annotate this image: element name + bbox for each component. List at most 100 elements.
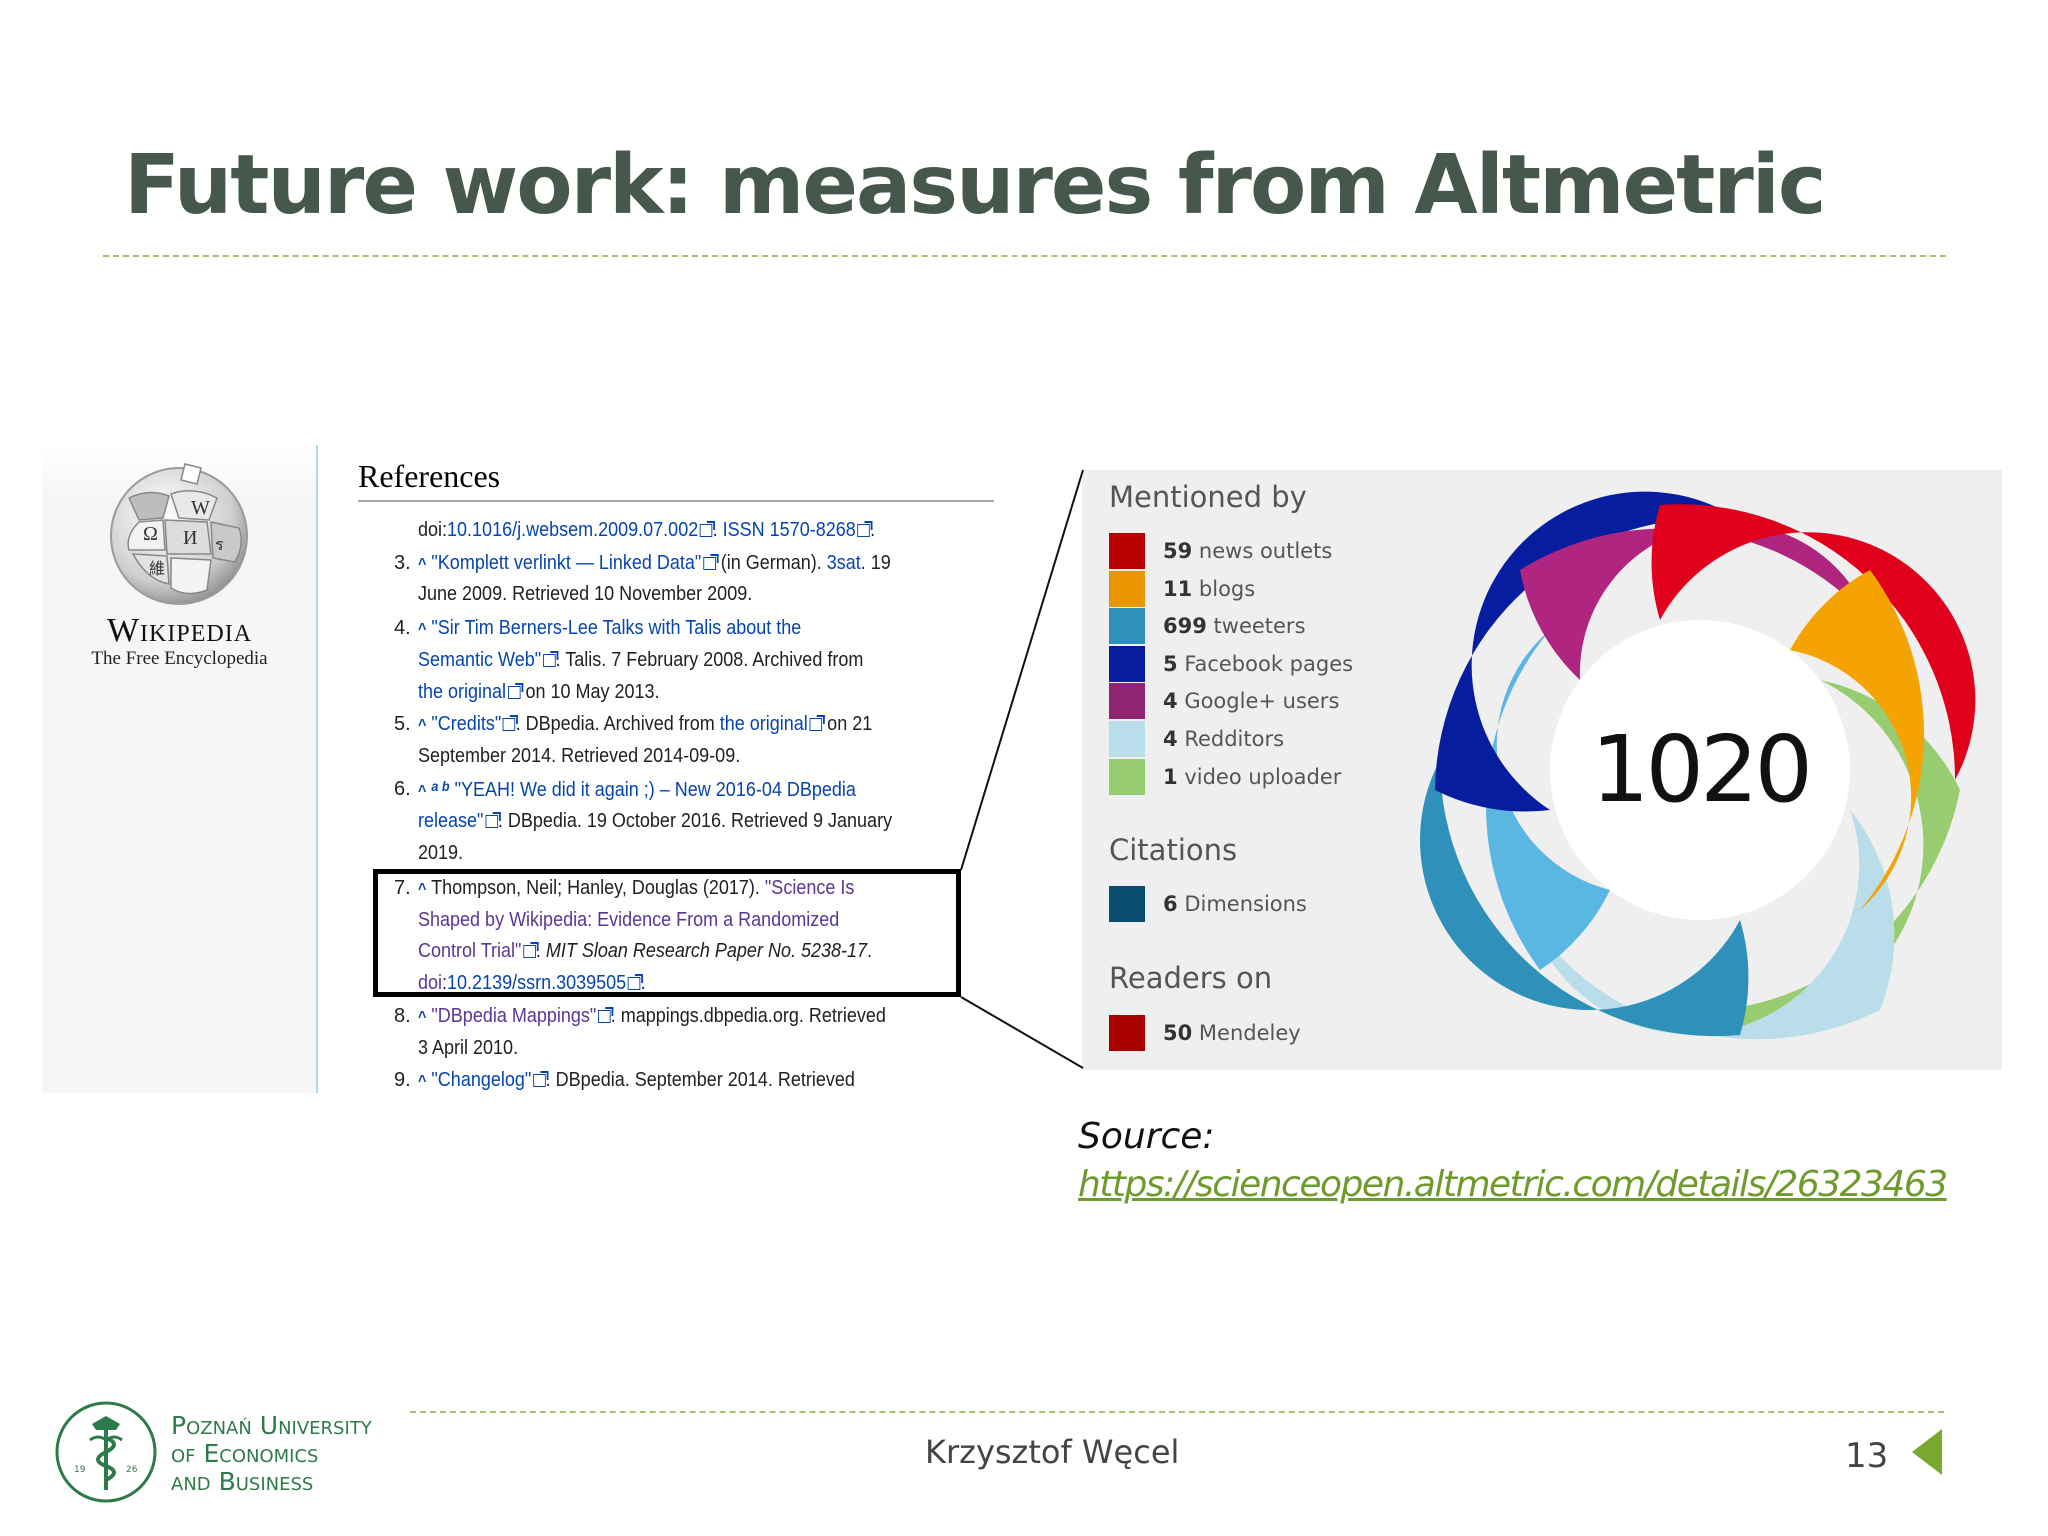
previous-slide-arrow-icon[interactable] xyxy=(1912,1429,1942,1475)
altmetric-row[interactable]: 1 video uploader xyxy=(1109,758,1341,795)
citations-heading: Citations xyxy=(1109,833,1238,867)
altmetric-score: 1020 xyxy=(1590,716,1813,823)
external-link-icon xyxy=(598,1007,614,1023)
source-label: Source: xyxy=(1078,1116,1215,1157)
wikipedia-wordmark: Wikipedia xyxy=(106,612,253,649)
reference-number: 9. xyxy=(394,1069,411,1091)
title-divider xyxy=(103,255,1946,257)
altmetric-row[interactable]: 5 Facebook pages xyxy=(1109,645,1353,682)
altmetric-count: 6 xyxy=(1163,892,1178,916)
svg-text:И: И xyxy=(183,527,197,549)
reference-8-line-2: 3 April 2010. xyxy=(418,1037,519,1059)
back-reference-caret[interactable]: ^ xyxy=(418,783,426,800)
svg-text:維: 維 xyxy=(149,560,165,578)
author-name: Krzysztof Węcel xyxy=(925,1433,1180,1471)
ref-text: on 10 May 2013. xyxy=(520,681,660,703)
svg-text:W: W xyxy=(191,497,210,519)
reference-4-title-link-cont[interactable]: Semantic Web" xyxy=(418,649,541,671)
reference-6-line-2: release" . DBpedia. 19 October 2016. Retr… xyxy=(418,810,892,833)
footer-divider xyxy=(410,1411,1944,1413)
altmetric-source: Google+ users xyxy=(1184,689,1340,714)
archived-original-link[interactable]: the original xyxy=(418,681,506,703)
reference-5-line-1: ^ "Credits" . DBpedia. Archived from the … xyxy=(418,713,872,736)
color-swatch xyxy=(1109,721,1145,757)
university-name-line-2: of Economics xyxy=(171,1439,319,1468)
external-link-icon xyxy=(703,554,719,570)
university-name-line-3: and Business xyxy=(171,1467,314,1496)
external-link-icon xyxy=(809,715,825,731)
altmetric-row-label: 59 news outlets xyxy=(1163,539,1332,563)
doi-label: doi: xyxy=(418,519,448,541)
altmetric-row[interactable]: 699 tweeters xyxy=(1109,608,1306,645)
altmetric-count: 5 xyxy=(1163,651,1178,676)
back-reference-letters[interactable]: a b xyxy=(431,778,449,794)
altmetric-count: 50 xyxy=(1163,1021,1193,1045)
altmetric-source: Dimensions xyxy=(1184,892,1307,916)
ref-text: . DBpedia. 19 October 2016. Retrieved 9 … xyxy=(497,810,893,832)
credits-link[interactable]: "Credits" xyxy=(431,713,501,735)
external-link-icon xyxy=(503,715,519,731)
altmetric-count: 59 xyxy=(1163,539,1193,563)
altmetric-row[interactable]: 4 Google+ users xyxy=(1109,683,1339,720)
reference-3-line-2: June 2009. Retrieved 10 November 2009. xyxy=(418,583,753,605)
reference-4-title-link[interactable]: "Sir Tim Berners-Lee Talks with Talis ab… xyxy=(431,617,801,639)
source-link[interactable]: https://scienceopen.altmetric.com/detail… xyxy=(1078,1164,1948,1205)
altmetric-row[interactable]: 59 news outlets xyxy=(1109,533,1332,569)
ref-text: . DBpedia. September 2014. Retrieved xyxy=(545,1069,855,1091)
altmetric-row[interactable]: 50 Mendeley xyxy=(1109,1015,1301,1051)
svg-text:ร: ร xyxy=(215,537,224,554)
issn-link[interactable]: ISSN xyxy=(723,519,765,541)
back-reference-caret[interactable]: ^ xyxy=(418,556,426,573)
reference-number: 6. xyxy=(394,778,411,800)
reference-4-line-2: Semantic Web" . Talis. 7 February 2008. A… xyxy=(418,649,863,672)
back-reference-caret[interactable]: ^ xyxy=(418,1009,426,1026)
altmetric-row-label: 11 blogs xyxy=(1163,577,1255,601)
archived-original-link[interactable]: the original xyxy=(720,713,808,735)
altmetric-row-label: 1 video uploader xyxy=(1163,765,1341,789)
altmetric-row-label: 4 Google+ users xyxy=(1163,689,1339,713)
altmetric-source: tweeters xyxy=(1213,614,1306,639)
ref-text: . DBpedia. Archived from xyxy=(515,713,720,735)
back-reference-caret[interactable]: ^ xyxy=(418,1073,426,1090)
references-rule xyxy=(358,500,994,502)
color-swatch xyxy=(1109,683,1145,720)
3sat-link[interactable]: 3sat xyxy=(827,552,861,574)
reference-number: 4. xyxy=(394,617,411,639)
svg-text:19: 19 xyxy=(74,1465,86,1475)
altmetric-row[interactable]: 11 blogs xyxy=(1109,570,1255,607)
wikipedia-panel-divider xyxy=(316,445,318,1093)
altmetric-source: video uploader xyxy=(1184,764,1342,789)
wikipedia-tagline: The Free Encyclopedia xyxy=(91,648,268,669)
back-reference-caret[interactable]: ^ xyxy=(418,621,426,638)
doi-link[interactable]: 10.1016/j.websem.2009.07.002 xyxy=(447,519,698,541)
reference-3-title-link[interactable]: "Komplett verlinkt — Linked Data" xyxy=(431,552,701,574)
reference-number: 8. xyxy=(394,1005,411,1027)
altmetric-source: Facebook pages xyxy=(1184,651,1354,676)
altmetric-count: 4 xyxy=(1163,689,1178,714)
slide-title: Future work: measures from Altmetric xyxy=(124,138,1826,233)
reference-8-line-1: ^ "DBpedia Mappings" . mappings.dbpedia.o… xyxy=(418,1005,886,1028)
altmetric-row-label: 50 Mendeley xyxy=(1163,1021,1301,1045)
altmetric-row[interactable]: 4 Redditors xyxy=(1109,721,1284,757)
dbpedia-mappings-link[interactable]: "DBpedia Mappings" xyxy=(431,1005,596,1027)
reference-2-line-1: doi:10.1016/j.websem.2009.07.002. ISSN 1… xyxy=(418,519,875,542)
issn-number-link[interactable]: 1570-8268 xyxy=(770,519,856,541)
altmetric-row-label: 5 Facebook pages xyxy=(1163,652,1353,676)
reference-6-title-link[interactable]: "YEAH! We did it again ;) – New 2016-04 … xyxy=(455,779,856,801)
altmetric-row-label: 4 Redditors xyxy=(1163,727,1284,751)
reference-4-line-3: the original on 10 May 2013. xyxy=(418,681,660,704)
page-number: 13 xyxy=(1845,1436,1889,1476)
changelog-link[interactable]: "Changelog" xyxy=(431,1069,531,1091)
mentioned-by-heading: Mentioned by xyxy=(1109,480,1307,514)
color-swatch xyxy=(1109,886,1145,922)
color-swatch xyxy=(1109,533,1145,569)
reference-6-line-1: ^ a b "YEAH! We did it again ;) – New 20… xyxy=(418,778,856,802)
reference-4-line-1: ^ "Sir Tim Berners-Lee Talks with Talis … xyxy=(418,617,801,640)
altmetric-row-label: 6 Dimensions xyxy=(1163,892,1307,916)
reference-6-title-link-cont[interactable]: release" xyxy=(418,810,483,832)
back-reference-caret[interactable]: ^ xyxy=(418,717,426,734)
university-emblem-icon: 19 26 xyxy=(55,1401,157,1503)
altmetric-row[interactable]: 6 Dimensions xyxy=(1109,886,1307,922)
external-link-icon xyxy=(542,651,559,667)
altmetric-count: 1 xyxy=(1163,764,1178,789)
